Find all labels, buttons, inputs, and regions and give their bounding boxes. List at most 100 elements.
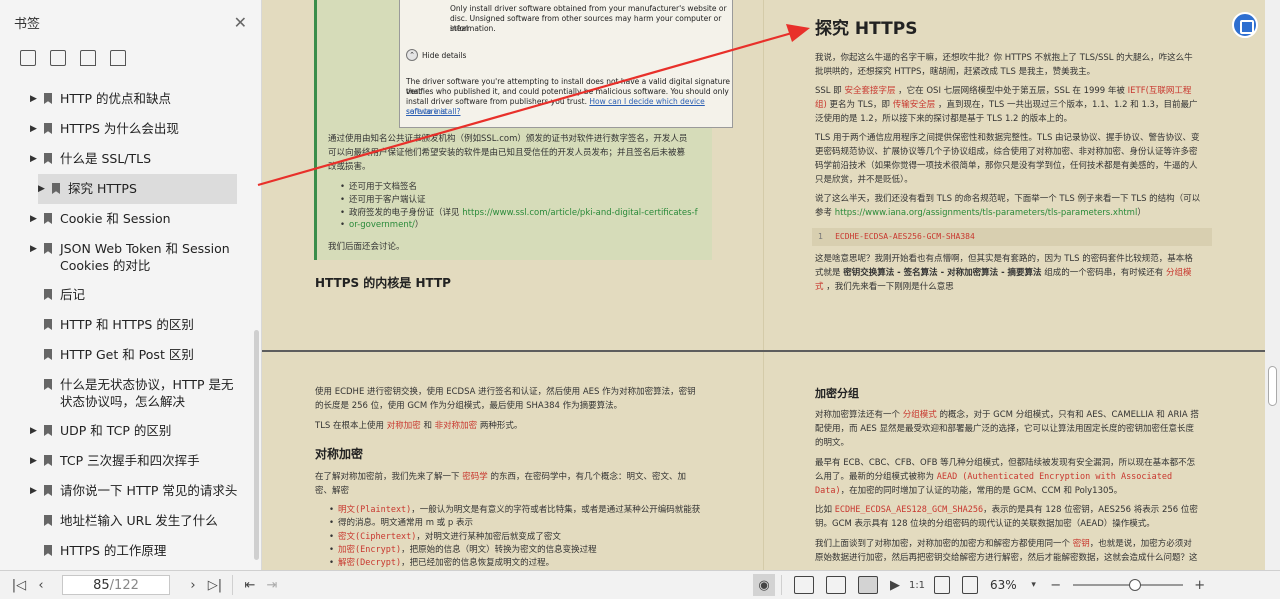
bookmark-icon xyxy=(44,485,52,496)
zoom-out-icon[interactable]: − xyxy=(1045,574,1067,596)
sidebar-toolbar xyxy=(0,44,261,78)
para-line: 式就是 密钥交换算法 - 签名算法 - 对称加密算法 - 摘要算法 组成的一个密… xyxy=(815,268,1192,278)
sidebar-item-label: HTTPS 为什么会出现 xyxy=(60,121,179,136)
sidebar-item[interactable]: ▶ 什么是 SSL/TLS xyxy=(0,144,253,174)
close-icon[interactable]: ✕ xyxy=(234,13,247,32)
sidebar-item[interactable]: ▶ 请你说一下 HTTP 常见的请求头 xyxy=(0,476,253,506)
add-bookmark-icon[interactable] xyxy=(80,50,96,66)
zoom-in-icon[interactable]: + xyxy=(1189,574,1211,596)
expand-arrow-icon[interactable]: ▶ xyxy=(30,482,40,500)
sidebar-item[interactable]: ▶ HTTP 的优点和缺点 xyxy=(0,84,253,114)
sidebar-item[interactable]: ▶HTTPS 的工作原理 xyxy=(0,536,253,566)
page-86: 使用 ECDHE 进行密钥交换，使用 ECDSA 进行签名和认证，然后使用 AE… xyxy=(262,352,1265,570)
expand-arrow-icon[interactable]: ▶ xyxy=(30,150,40,168)
scrollbar-thumb[interactable] xyxy=(1268,366,1277,406)
gov-link[interactable]: https://www.ssl.com/article/pki-and-digi… xyxy=(462,208,697,218)
fit-width-icon[interactable] xyxy=(962,576,978,594)
expand-arrow-icon[interactable]: ▶ xyxy=(30,240,40,258)
play-icon[interactable]: ▶ xyxy=(884,574,906,596)
sidebar-item[interactable]: ▶ HTTPS 为什么会出现 xyxy=(0,114,253,144)
sidebar-item-label: JSON Web Token 和 Session Cookies 的对比 xyxy=(60,241,230,273)
next-page-icon[interactable]: › xyxy=(182,574,204,596)
gov-link-2[interactable]: or-government/ xyxy=(349,220,415,230)
bookmark-icon xyxy=(44,289,52,300)
expand-arrow-icon[interactable]: ▶ xyxy=(30,210,40,228)
sidebar-item-label: Cookie 和 Session xyxy=(60,211,171,226)
column-divider xyxy=(763,352,764,570)
bullet-item: 还可用于客户端认证 xyxy=(340,194,425,206)
expand-all-icon[interactable] xyxy=(20,50,36,66)
sidebar-title: 书签 xyxy=(14,16,41,32)
fit-page-icon[interactable] xyxy=(934,576,950,594)
section-heading-https-core: HTTPS 的内核是 HTTP xyxy=(315,276,451,290)
para-line: 么用了。最新的分组模式被称为 AEAD (Authenticated Encry… xyxy=(815,472,1173,482)
sidebar-item-label: HTTPS 的工作原理 xyxy=(60,543,167,558)
sidebar-item[interactable]: ▶ Cookie 和 Session xyxy=(0,204,253,234)
bookmark-icon xyxy=(44,349,52,360)
hide-details-label[interactable]: Hide details xyxy=(422,51,466,61)
zoom-slider-knob[interactable] xyxy=(1128,579,1141,591)
back-icon[interactable]: ⇤ xyxy=(239,574,261,596)
bullet-item: 加密(Encrypt)，把原始的信息（明文）转换为密文的信息变换过程 xyxy=(329,544,597,556)
last-page-icon[interactable]: ▷| xyxy=(204,574,226,596)
sidebar-item-label: HTTP Get 和 Post 区别 xyxy=(60,347,194,362)
zoom-dropdown-icon[interactable]: ▾ xyxy=(1023,574,1045,596)
translate-icon[interactable] xyxy=(1232,12,1258,38)
dual-page-icon[interactable] xyxy=(826,576,846,594)
page-85: Only install driver software obtained fr… xyxy=(262,0,1265,350)
sidebar-item[interactable]: ▶HTTP Get 和 Post 区别 xyxy=(0,340,253,370)
expand-arrow-icon[interactable]: ▶ xyxy=(30,120,40,138)
para-line: 对称加密算法还有一个 分组模式 的概念，对于 GCM 分组模式，只有和 AES、… xyxy=(815,410,1199,420)
sidebar-scrollbar[interactable] xyxy=(254,330,259,560)
dialog-body-2: verifies who published it, and could pot… xyxy=(406,87,729,96)
eye-protection-icon[interactable]: ◉ xyxy=(753,574,775,596)
bottom-toolbar: |◁ ‹ 85/122 › ▷| ⇤ ⇥ ◉ ▶ 1:1 63% ▾ − + xyxy=(0,570,1280,599)
bookmark-icon xyxy=(44,545,52,556)
section-heading-block-mode: 加密分组 xyxy=(815,387,859,400)
sidebar-item-label: HTTP 和 HTTPS 的区别 xyxy=(60,317,194,332)
sidebar-item[interactable]: ▶后记 xyxy=(0,280,253,310)
para-line: 的长度是 256 位，使用 GCM 作为分组模式，最后使用 SHA384 作为摘… xyxy=(315,401,623,411)
expand-arrow-icon[interactable]: ▶ xyxy=(30,422,40,440)
sidebar-item[interactable]: ▶ TCP 三次握手和四次挥手 xyxy=(0,446,253,476)
sidebar-item[interactable]: ▶HTTP 和 HTTPS 的区别 xyxy=(0,310,253,340)
iana-link[interactable]: https://www.iana.org/assignments/tls-par… xyxy=(835,208,1138,218)
sidebar-item[interactable]: ▶什么是无状态协议，HTTP 是无状态协议吗，怎么解决 xyxy=(0,370,253,416)
zoom-slider[interactable] xyxy=(1072,579,1183,591)
bookmark-list: ▶ HTTP 的优点和缺点 ▶ HTTPS 为什么会出现 ▶ 什么是 SSL/TLS ▶ 探究… xyxy=(0,84,253,570)
chevron-up-icon[interactable]: ⌃ xyxy=(406,49,418,61)
bookmark-icon[interactable] xyxy=(110,50,126,66)
dialog-help-link-2[interactable]: safe to install? xyxy=(406,107,461,117)
sidebar-item[interactable]: ▶ 探究 HTTPS xyxy=(38,174,237,204)
forward-icon[interactable]: ⇥ xyxy=(261,574,283,596)
para-line: 泛使用的是 1.2，所以接下来的探讨都是基于 TLS 1.2 的版本上的。 xyxy=(815,114,1073,124)
sidebar-item-label: 后记 xyxy=(60,287,86,302)
bookmark-icon xyxy=(44,123,52,134)
para-line: 这是啥意思呢？我刚开始看也有点懵啊，但其实是有套路的，因为 TLS 的密码套件比… xyxy=(815,254,1193,264)
bullet-item: 明文(Plaintext)，一般认为明文是有意义的字符或者比特集，或者是通过某种… xyxy=(329,504,700,516)
page-title: 探究 HTTPS xyxy=(815,19,918,39)
collapse-all-icon[interactable] xyxy=(50,50,66,66)
zoom-level[interactable]: 63% xyxy=(990,578,1017,592)
dialog-text-3: information. xyxy=(450,24,496,33)
expand-arrow-icon[interactable]: ▶ xyxy=(30,90,40,108)
expand-arrow-icon[interactable]: ▶ xyxy=(30,452,40,470)
sidebar-item[interactable]: ▶ JSON Web Token 和 Session Cookies 的对比 xyxy=(0,234,253,280)
actual-size-icon[interactable]: 1:1 xyxy=(906,574,928,596)
prev-page-icon[interactable]: ‹ xyxy=(30,574,52,596)
para-line: 我说，你起这么牛逼的名字干嘛，还想吹牛批？你 HTTPS 不就抱上了 TLS/S… xyxy=(815,53,1193,63)
sidebar-item[interactable]: ▶地址栏输入 URL 发生了什么 xyxy=(0,506,253,536)
single-page-icon[interactable] xyxy=(794,576,814,594)
document-scrollbar[interactable] xyxy=(1265,0,1280,570)
bookmark-icon xyxy=(44,319,52,330)
bookmark-icon xyxy=(44,455,52,466)
page-number-input[interactable]: 85/122 xyxy=(62,575,170,595)
sidebar-item[interactable]: ▶ UDP 和 TCP 的区别 xyxy=(0,416,253,446)
book-view-icon[interactable] xyxy=(858,576,878,594)
first-page-icon[interactable]: |◁ xyxy=(8,574,30,596)
para-line: 原始数据进行加密，然后再把密钥交给解密方进行解密，然后才能解密数据，这就会造成什… xyxy=(815,553,1198,563)
expand-arrow-icon[interactable]: ▶ xyxy=(38,180,48,198)
para-line: 最早有 ECB、CBC、CFB、OFB 等几种分组模式，但都陆续被发现有安全漏洞… xyxy=(815,458,1196,468)
sidebar-item-label: 什么是无状态协议，HTTP 是无状态协议吗，怎么解决 xyxy=(60,377,234,409)
bookmark-icon xyxy=(44,93,52,104)
